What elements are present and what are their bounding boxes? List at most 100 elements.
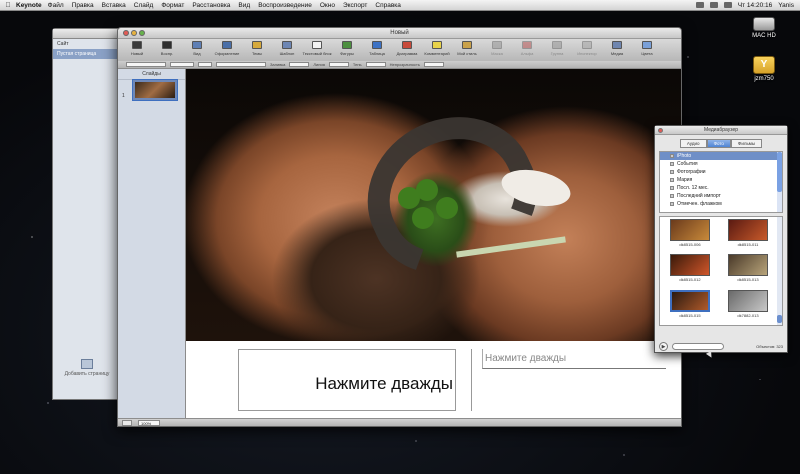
menu-help[interactable]: Справка bbox=[375, 2, 401, 9]
photo-item[interactable]: dk8515-013 bbox=[722, 254, 774, 287]
line-popup[interactable] bbox=[328, 62, 349, 67]
source-list-item[interactable]: Мария bbox=[660, 176, 782, 184]
tab-movies[interactable]: Фильмы bbox=[730, 139, 763, 148]
photo-item[interactable]: dk8515-012 bbox=[664, 254, 716, 287]
toolbar-button-mask[interactable]: Маска bbox=[482, 39, 512, 56]
font-size-field[interactable] bbox=[198, 62, 212, 67]
photo-item[interactable]: dk8515-006 bbox=[664, 219, 716, 252]
themes-icon bbox=[222, 41, 232, 49]
usb-drive-desktop-icon[interactable]: Y jzm750 bbox=[742, 56, 786, 82]
wifi-icon[interactable] bbox=[695, 2, 704, 8]
add-page-label: Добавить страницу bbox=[64, 371, 110, 377]
style-popup[interactable] bbox=[126, 62, 166, 67]
toolbar-button-group[interactable]: Группа bbox=[542, 39, 572, 56]
apple-menu-icon[interactable]:  bbox=[3, 2, 13, 9]
menu-user[interactable]: Yanis bbox=[778, 2, 794, 9]
slide-canvas[interactable]: Нажмите дважды Нажмите дважды bbox=[186, 69, 681, 418]
minimize-window-button[interactable] bbox=[131, 30, 137, 36]
zoom-window-button[interactable] bbox=[139, 30, 145, 36]
source-list-item[interactable]: Последний импорт bbox=[660, 192, 782, 200]
masters-icon bbox=[282, 41, 292, 49]
tab-photos[interactable]: Фото bbox=[706, 139, 731, 148]
subtitle-placeholder-box[interactable]: Нажмите дважды bbox=[482, 349, 666, 369]
menu-insert[interactable]: Вставка bbox=[102, 2, 126, 9]
hard-drive-desktop-icon[interactable]: MAC HD bbox=[742, 14, 786, 39]
title-placeholder-box[interactable]: Нажмите дважды bbox=[238, 349, 456, 411]
menu-export[interactable]: Экспорт bbox=[343, 2, 367, 9]
source-list-item[interactable]: Посл. 12 мес. bbox=[660, 184, 782, 192]
alignment-controls[interactable] bbox=[216, 62, 266, 67]
source-list-item[interactable]: Отмечен. флажком bbox=[660, 200, 782, 208]
chart-icon bbox=[402, 41, 412, 49]
photo-item[interactable]: dk8515-015 bbox=[664, 289, 716, 323]
add-page-button[interactable]: Добавить страницу bbox=[57, 359, 117, 377]
toolbar-button-colors[interactable]: Цвета bbox=[632, 39, 662, 56]
tab-audio[interactable]: Аудио bbox=[679, 139, 707, 148]
app-menu[interactable]: Keynote bbox=[16, 2, 42, 9]
scrollbar-thumb[interactable] bbox=[777, 315, 782, 323]
fill-popup[interactable] bbox=[289, 62, 310, 67]
photo-item[interactable]: dk7882-013 bbox=[722, 289, 774, 323]
toolbar-button-comment[interactable]: Комментарий bbox=[422, 39, 452, 56]
slide-thumbnail[interactable] bbox=[132, 79, 178, 101]
scrollbar-thumb[interactable] bbox=[777, 152, 782, 192]
toolbar-button-text-box[interactable]: Текстовый блок bbox=[302, 39, 332, 56]
site-row[interactable]: Сайт bbox=[53, 39, 121, 49]
photo-item[interactable]: dk8515-011 bbox=[722, 219, 774, 252]
toolbar-button-masters[interactable]: Шаблон bbox=[272, 39, 302, 56]
menu-arrange[interactable]: Расстановка bbox=[192, 2, 230, 9]
media-source-list: iPhoto События Фотографии Мария Посл. 12 мес… bbox=[659, 151, 783, 213]
menu-edit[interactable]: Правка bbox=[72, 2, 94, 9]
toolbar-button-shapes[interactable]: Фигуры bbox=[332, 39, 362, 56]
menu-file[interactable]: Файл bbox=[48, 2, 64, 9]
menu-window[interactable]: Окно bbox=[320, 2, 335, 9]
source-list-label: Отмечен. флажком bbox=[677, 201, 722, 207]
photo-grid-scrollbar[interactable] bbox=[777, 217, 782, 325]
toolbar-button-view[interactable]: Вид bbox=[182, 39, 212, 56]
menu-slide[interactable]: Слайд bbox=[134, 2, 154, 9]
zoom-popup[interactable]: 100% bbox=[138, 420, 160, 426]
slide-photo[interactable] bbox=[186, 69, 681, 341]
media-browser-panel[interactable]: Медиабраузер Аудио Фото Фильмы iPhoto Соб… bbox=[654, 125, 788, 353]
menu-view[interactable]: Вид bbox=[238, 2, 250, 9]
toolbar-button-media[interactable]: Медиа bbox=[602, 39, 632, 56]
close-window-button[interactable] bbox=[123, 30, 129, 36]
toolbar-label: Инспектор bbox=[577, 51, 597, 56]
source-list-item[interactable]: iPhoto bbox=[660, 152, 782, 160]
toolbar-button-themes-grid[interactable]: Темы bbox=[242, 39, 272, 56]
menu-play[interactable]: Воспроизведение bbox=[258, 2, 312, 9]
toolbar-label: Оформление bbox=[214, 51, 240, 56]
background-window[interactable]: Сайт Пустая страница Добавить страницу bbox=[52, 28, 122, 400]
battery-icon[interactable] bbox=[723, 2, 732, 8]
source-list-item[interactable]: Фотографии bbox=[660, 168, 782, 176]
close-panel-button[interactable] bbox=[658, 128, 663, 133]
toolbar-button-new-slide[interactable]: Новый bbox=[122, 39, 152, 56]
menu-format[interactable]: Формат bbox=[161, 2, 184, 9]
keynote-window[interactable]: Новый Новый Воспр. Вид Оформление Темы Шаблон… bbox=[117, 27, 682, 427]
media-browser-titlebar[interactable]: Медиабраузер bbox=[655, 126, 787, 135]
toolbar-button-table[interactable]: Таблица bbox=[362, 39, 392, 56]
toolbar-button-chart[interactable]: Диаграмма bbox=[392, 39, 422, 56]
volume-icon[interactable] bbox=[709, 2, 718, 8]
toolbar-button-themes[interactable]: Оформление bbox=[212, 39, 242, 56]
toolbar-button-play[interactable]: Воспр. bbox=[152, 39, 182, 56]
toolbar-label: Медиа bbox=[610, 51, 624, 56]
add-slide-button[interactable] bbox=[122, 420, 132, 426]
toolbar-label: Мой стиль bbox=[457, 51, 477, 56]
source-list-scrollbar[interactable] bbox=[777, 152, 782, 212]
toolbar-button-alpha[interactable]: Альфа bbox=[512, 39, 542, 56]
menu-clock[interactable]: Чт 14:20:16 bbox=[738, 2, 772, 9]
toolbar-button-style[interactable]: Мой стиль bbox=[452, 39, 482, 56]
opacity-field[interactable] bbox=[423, 62, 444, 67]
source-list-item[interactable]: События bbox=[660, 160, 782, 168]
shadow-popup[interactable] bbox=[365, 62, 386, 67]
font-popup[interactable] bbox=[170, 62, 194, 67]
toolbar-button-inspector[interactable]: Инспектор bbox=[572, 39, 602, 56]
toolbar-label: Темы bbox=[251, 51, 263, 56]
page-row[interactable]: Пустая страница bbox=[53, 49, 121, 59]
search-field[interactable] bbox=[672, 342, 724, 350]
play-button[interactable]: ▶ bbox=[659, 341, 668, 351]
background-window-titlebar[interactable] bbox=[53, 29, 121, 39]
slide-number: 1 bbox=[122, 93, 125, 99]
keynote-titlebar[interactable]: Новый bbox=[118, 28, 681, 39]
